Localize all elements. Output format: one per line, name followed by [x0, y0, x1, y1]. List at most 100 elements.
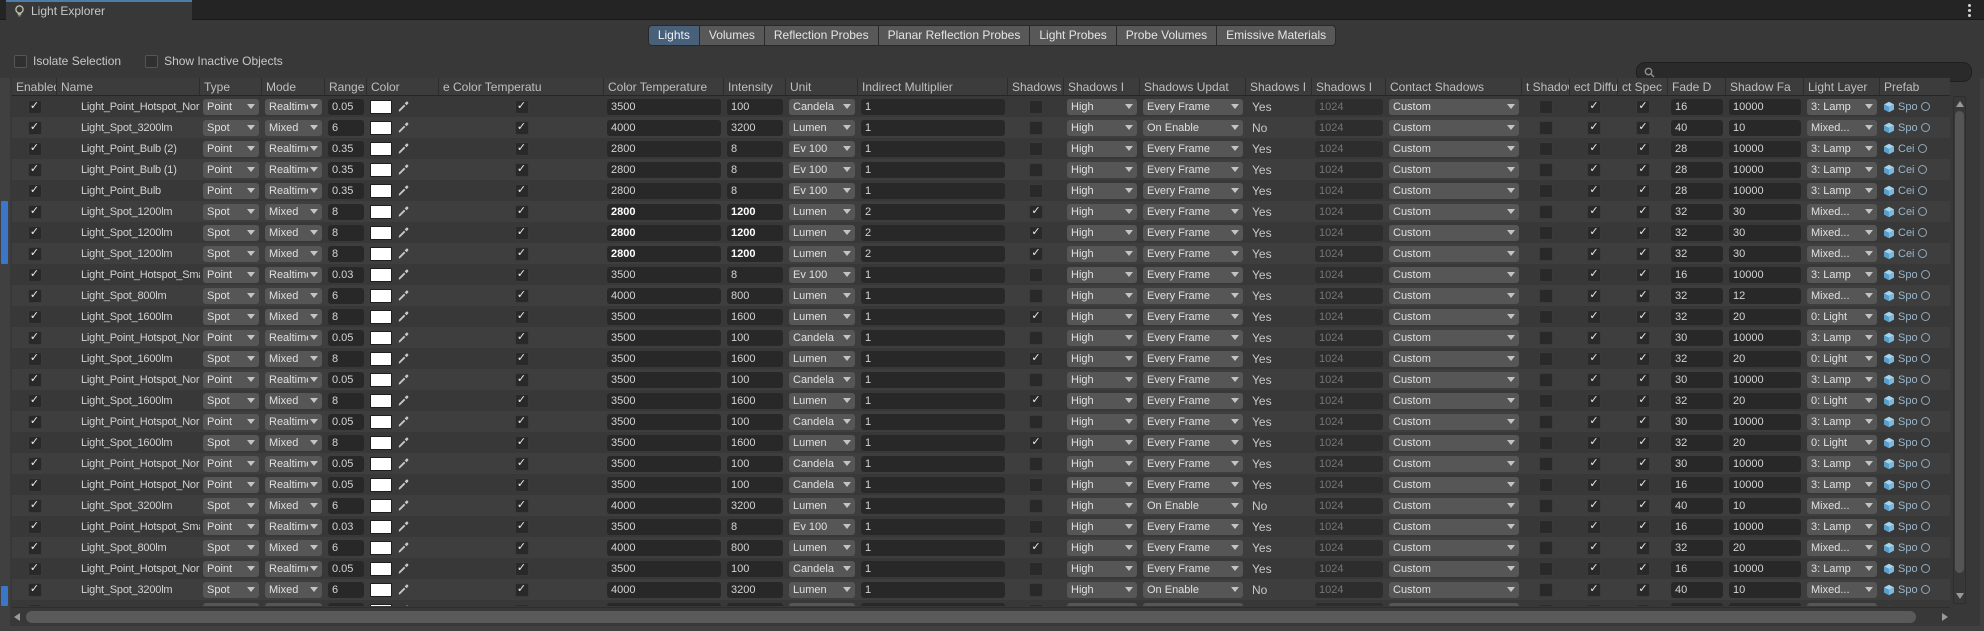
table-row[interactable]: ✓ Light_Point_Hotspot_Normal Point Realt…	[12, 411, 1950, 432]
affect-diffuse-checkbox[interactable]: ✓	[1587, 226, 1601, 240]
eyedropper-icon[interactable]	[397, 289, 410, 302]
affect-specular-checkbox[interactable]: ✓	[1636, 205, 1650, 219]
color-temperature-field[interactable]: 3500	[607, 456, 721, 472]
eyedropper-icon[interactable]	[397, 604, 410, 606]
contact-shadows-dropdown[interactable]: Custom	[1389, 456, 1519, 472]
range-field[interactable]: 0.03	[328, 603, 364, 607]
affect-specular-checkbox[interactable]: ✓	[1636, 604, 1650, 607]
light-layer-dropdown[interactable]: 3: Lamp	[1807, 267, 1877, 283]
shadow-resolution-dropdown[interactable]: High	[1067, 99, 1137, 115]
mode-dropdown[interactable]: Realtime	[265, 456, 322, 472]
intensity-field[interactable]: 3200	[727, 498, 783, 514]
column-header[interactable]: Prefab	[1880, 78, 1950, 95]
color-swatch[interactable]	[370, 163, 392, 177]
shadow-fade-distance-field[interactable]: 10000	[1729, 267, 1801, 283]
window-tab-light-explorer[interactable]: Light Explorer	[6, 0, 192, 20]
mode-dropdown[interactable]: Mixed	[265, 582, 322, 598]
fade-distance-field[interactable]: 32	[1671, 225, 1723, 241]
shadow-resolution-dropdown[interactable]: High	[1067, 414, 1137, 430]
enabled-checkbox[interactable]: ✓	[28, 226, 42, 240]
range-field[interactable]: 6	[328, 498, 364, 514]
unit-dropdown[interactable]: Candela	[789, 477, 855, 493]
mode-dropdown[interactable]: Mixed	[265, 309, 322, 325]
affect-specular-checkbox[interactable]: ✓	[1636, 268, 1650, 282]
column-header[interactable]: Color Temperature	[604, 78, 724, 95]
affect-specular-checkbox[interactable]: ✓	[1636, 352, 1650, 366]
range-field[interactable]: 0.05	[328, 372, 364, 388]
range-field[interactable]: 8	[328, 246, 364, 262]
intensity-field[interactable]: 8	[727, 519, 783, 535]
contact-shadows-dropdown[interactable]: Custom	[1389, 582, 1519, 598]
shadows-checkbox[interactable]: ✓	[1029, 394, 1043, 408]
intensity-field[interactable]: 100	[727, 372, 783, 388]
mode-dropdown[interactable]: Realtime	[265, 561, 322, 577]
shadows-checkbox[interactable]: ✓	[1029, 436, 1043, 450]
scroll-right-icon[interactable]	[1942, 613, 1948, 621]
table-row[interactable]: ✓ Light_Point_Bulb (1) Point Realtime 0.…	[12, 159, 1950, 180]
indirect-multiplier-field[interactable]: 1	[861, 288, 1005, 304]
affect-specular-checkbox[interactable]: ✓	[1636, 520, 1650, 534]
contact-shadow-checkbox[interactable]: ✓	[1539, 436, 1553, 450]
mode-dropdown[interactable]: Realtime	[265, 414, 322, 430]
intensity-field[interactable]: 100	[727, 99, 783, 115]
affect-diffuse-checkbox[interactable]: ✓	[1587, 205, 1601, 219]
shadow-resolution-dropdown[interactable]: High	[1067, 351, 1137, 367]
show-inactive-toggle[interactable]: Show Inactive Objects	[145, 54, 283, 68]
contact-shadows-dropdown[interactable]: Custom	[1389, 246, 1519, 262]
isolate-selection-toggle[interactable]: Isolate Selection	[14, 54, 121, 68]
scroll-left-icon[interactable]	[14, 613, 20, 621]
shadow-fade-distance-field[interactable]: 10	[1729, 582, 1801, 598]
table-row[interactable]: ✓ Light_Spot_1200lm Spot Mixed 8 ✓ 2800 …	[12, 243, 1950, 264]
use-color-temperature-checkbox[interactable]: ✓	[515, 205, 529, 219]
vertical-scrollbar[interactable]	[1953, 96, 1966, 604]
unit-dropdown[interactable]: Ev 100	[789, 162, 855, 178]
affect-diffuse-checkbox[interactable]: ✓	[1587, 331, 1601, 345]
light-layer-dropdown[interactable]: 3: Lamp	[1807, 456, 1877, 472]
prefab-name[interactable]: Spo	[1898, 332, 1918, 344]
contact-shadow-checkbox[interactable]: ✓	[1539, 268, 1553, 282]
affect-diffuse-checkbox[interactable]: ✓	[1587, 394, 1601, 408]
shadow-resolution-dropdown[interactable]: High	[1067, 561, 1137, 577]
prefab-open-icon[interactable]	[1918, 144, 1927, 153]
use-color-temperature-checkbox[interactable]: ✓	[515, 520, 529, 534]
prefab-name[interactable]: Cei	[1898, 227, 1915, 239]
eyedropper-icon[interactable]	[397, 121, 410, 134]
indirect-multiplier-field[interactable]: 1	[861, 120, 1005, 136]
use-color-temperature-checkbox[interactable]: ✓	[515, 289, 529, 303]
prefab-name[interactable]: Spo	[1898, 500, 1918, 512]
shadow-resolution-dropdown[interactable]: High	[1067, 141, 1137, 157]
affect-diffuse-checkbox[interactable]: ✓	[1587, 163, 1601, 177]
contact-shadows-dropdown[interactable]: Custom	[1389, 120, 1519, 136]
column-header[interactable]: Range	[325, 78, 367, 95]
enabled-checkbox[interactable]: ✓	[28, 415, 42, 429]
use-color-temperature-checkbox[interactable]: ✓	[515, 268, 529, 282]
shadow-update-mode-dropdown[interactable]: Every Frame	[1143, 351, 1243, 367]
shadow-resolution-dropdown[interactable]: High	[1067, 309, 1137, 325]
column-header[interactable]: Shadows I	[1312, 78, 1386, 95]
unit-dropdown[interactable]: Candela	[789, 99, 855, 115]
shadows-checkbox[interactable]: ✓	[1029, 478, 1043, 492]
color-temperature-field[interactable]: 3500	[607, 330, 721, 346]
color-swatch[interactable]	[370, 604, 392, 607]
shadows-checkbox[interactable]: ✓	[1029, 604, 1043, 607]
shadow-update-mode-dropdown[interactable]: Every Frame	[1143, 393, 1243, 409]
prefab-open-icon[interactable]	[1921, 480, 1930, 489]
shadows-checkbox[interactable]: ✓	[1029, 268, 1043, 282]
column-header[interactable]: t Shadow	[1522, 78, 1570, 95]
contact-shadows-dropdown[interactable]: Custom	[1389, 561, 1519, 577]
enabled-checkbox[interactable]: ✓	[28, 478, 42, 492]
indirect-multiplier-field[interactable]: 1	[861, 393, 1005, 409]
unit-dropdown[interactable]: Lumen	[789, 225, 855, 241]
shadow-fade-distance-field[interactable]: 30	[1729, 225, 1801, 241]
unit-dropdown[interactable]: Ev 100	[789, 183, 855, 199]
prefab-name[interactable]: Spo	[1898, 521, 1918, 533]
contact-shadow-checkbox[interactable]: ✓	[1539, 373, 1553, 387]
prefab-name[interactable]: Spo	[1898, 542, 1918, 554]
unit-dropdown[interactable]: Lumen	[789, 393, 855, 409]
fade-distance-field[interactable]: 28	[1671, 162, 1723, 178]
intensity-field[interactable]: 1200	[727, 246, 783, 262]
affect-diffuse-checkbox[interactable]: ✓	[1587, 121, 1601, 135]
color-temperature-field[interactable]: 4000	[607, 498, 721, 514]
type-dropdown[interactable]: Spot	[203, 288, 259, 304]
light-layer-dropdown[interactable]: Mixed...	[1807, 582, 1877, 598]
